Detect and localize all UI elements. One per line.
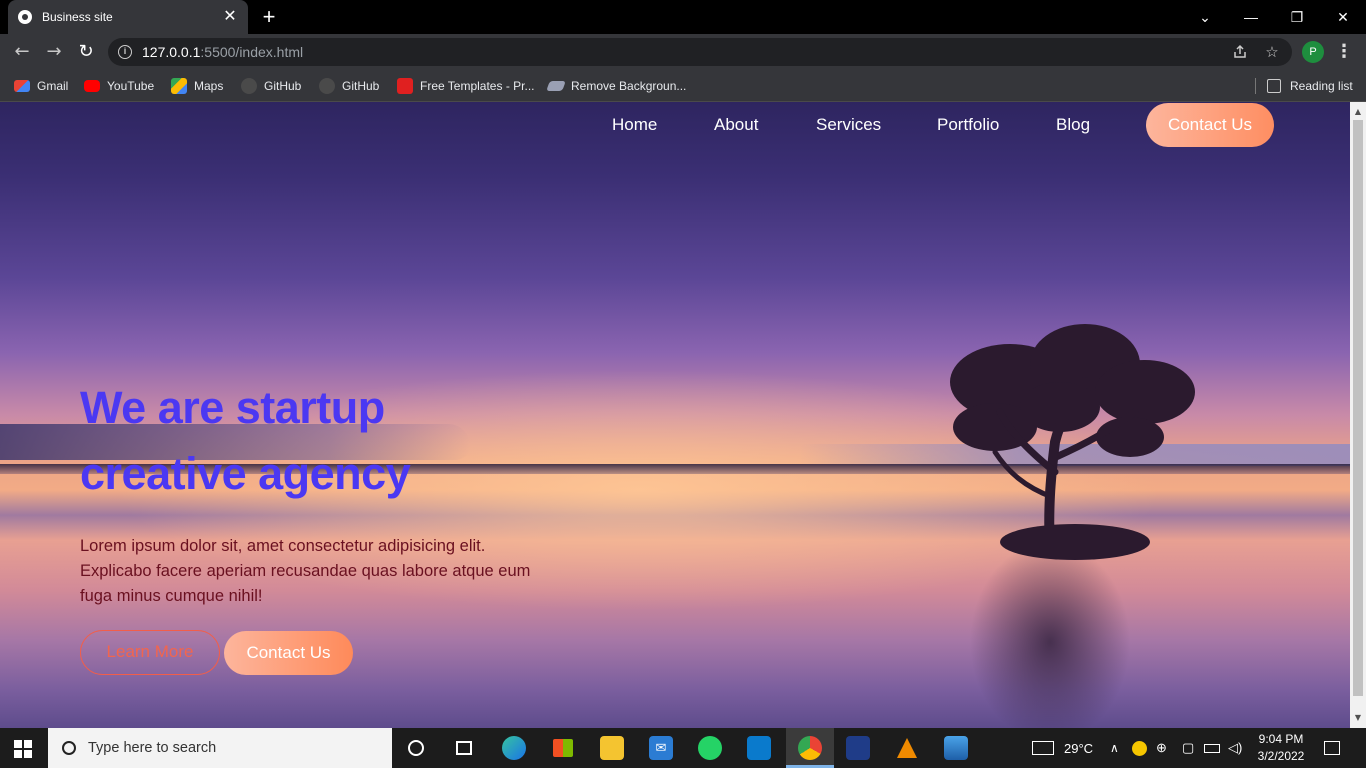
meet-now-icon[interactable]: ▢ <box>1182 728 1194 768</box>
profile-avatar[interactable]: P <box>1302 41 1324 63</box>
github-icon <box>241 78 257 94</box>
layers-icon <box>546 81 566 91</box>
volume-icon[interactable]: ◁) <box>1228 728 1242 768</box>
notifications-icon[interactable] <box>1324 728 1340 768</box>
close-window-button[interactable]: ✕ <box>1320 0 1366 34</box>
tab-search-button[interactable]: ⌄ <box>1182 0 1228 34</box>
reading-list-label: Reading list <box>1290 79 1353 93</box>
minimize-button[interactable]: — <box>1228 0 1274 34</box>
bookmark-label: GitHub <box>342 79 380 93</box>
vscode-icon[interactable] <box>747 736 771 760</box>
back-button[interactable]: ← <box>10 40 34 64</box>
show-hidden-icons-chevron-icon[interactable]: ∧ <box>1110 728 1119 768</box>
globe-icon <box>18 10 32 24</box>
bookmark-free-templates[interactable]: Free Templates - Pr... <box>397 76 535 96</box>
bookmark-star-icon[interactable]: ☆ <box>1260 38 1284 66</box>
store-icon[interactable] <box>551 736 575 760</box>
bookmark-label: Gmail <box>37 79 69 93</box>
bookmark-remove-background[interactable]: Remove Backgroun... <box>546 76 687 96</box>
bookmark-youtube[interactable]: YouTube <box>84 76 154 96</box>
chrome-icon[interactable] <box>798 736 822 760</box>
file-explorer-icon[interactable] <box>600 736 624 760</box>
nav-services[interactable]: Services <box>816 114 881 148</box>
bookmark-gmail[interactable]: Gmail <box>14 76 68 96</box>
scroll-down-arrow-icon[interactable]: ▼ <box>1350 710 1366 726</box>
youtube-icon <box>84 80 100 92</box>
template-icon <box>397 78 413 94</box>
weather-widget[interactable]: 29°C <box>1032 728 1093 768</box>
bookmark-label: Maps <box>194 79 224 93</box>
address-bar[interactable]: i 127.0.0.1 :5500/index.html ☆ <box>108 38 1292 66</box>
bookmark-label: Remove Backgroun... <box>571 79 687 93</box>
nav-blog[interactable]: Blog <box>1056 114 1090 148</box>
hero-description: Lorem ipsum dolor sit, amet consectetur … <box>80 534 600 609</box>
bookmark-label: Free Templates - Pr... <box>420 79 535 93</box>
url-path: :5500/index.html <box>200 44 304 60</box>
windows-start-icon[interactable] <box>14 740 32 758</box>
cortana-icon[interactable] <box>404 736 428 760</box>
taskbar-clock[interactable]: 9:04 PM 3/2/2022 <box>1246 731 1316 765</box>
clock-time: 9:04 PM <box>1258 732 1304 746</box>
github-icon <box>319 78 335 94</box>
scroll-up-arrow-icon[interactable]: ▲ <box>1350 104 1366 120</box>
hero-title-line2: creative agency <box>80 448 411 499</box>
globe-language-icon[interactable]: ⊕ <box>1156 728 1167 768</box>
tab-close-icon[interactable]: ✕ <box>222 9 238 25</box>
browser-toolbar: ← → ↻ i 127.0.0.1 :5500/index.html ☆ P ⋮ <box>0 34 1366 70</box>
page-viewport: Home About Services Portfolio Blog Conta… <box>0 102 1350 728</box>
bookmarks-separator <box>1255 78 1256 94</box>
nav-home[interactable]: Home <box>612 114 657 148</box>
reading-list-button[interactable]: Reading list <box>1267 76 1353 96</box>
nav-portfolio[interactable]: Portfolio <box>937 114 999 148</box>
vlc-icon[interactable] <box>895 736 919 760</box>
mail-icon[interactable]: ✉ <box>649 736 673 760</box>
whatsapp-icon[interactable] <box>698 736 722 760</box>
search-placeholder: Type here to search <box>88 740 217 756</box>
security-icon[interactable] <box>846 736 870 760</box>
hero-contact-button[interactable]: Contact Us <box>224 631 353 675</box>
edge-icon[interactable] <box>502 736 526 760</box>
tree-silhouette <box>950 324 1195 560</box>
hero-text-line: fuga minus cumque nihil! <box>80 587 263 605</box>
nav-contact-button[interactable]: Contact Us <box>1146 103 1274 147</box>
scrollbar-thumb[interactable] <box>1353 120 1363 696</box>
hero-text-line: Explicabo facere aperiam recusandae quas… <box>80 562 531 580</box>
bookmark-github-2[interactable]: GitHub <box>319 76 379 96</box>
url-host: 127.0.0.1 <box>142 44 201 60</box>
gmail-icon <box>14 80 30 92</box>
forward-button[interactable]: → <box>42 40 66 64</box>
new-tab-button[interactable]: + <box>258 6 280 28</box>
battery-icon[interactable] <box>1204 728 1220 768</box>
photos-icon[interactable] <box>944 736 968 760</box>
tab-strip: Business site ✕ + ⌄ — ❐ ✕ <box>0 0 1366 34</box>
reading-list-icon <box>1267 79 1281 93</box>
clock-date: 3/2/2022 <box>1257 749 1305 763</box>
weather-icon <box>1032 741 1054 755</box>
bookmark-label: YouTube <box>107 79 155 93</box>
bookmark-label: GitHub <box>264 79 302 93</box>
site-info-icon[interactable]: i <box>118 45 132 59</box>
learn-more-button[interactable]: Learn More <box>80 630 220 675</box>
maps-icon <box>171 78 187 94</box>
tab-business-site[interactable]: Business site ✕ <box>8 0 248 34</box>
hero-title-line1: We are startup <box>80 382 385 433</box>
weather-temp: 29°C <box>1064 740 1094 756</box>
bookmark-maps[interactable]: Maps <box>171 76 223 96</box>
share-icon[interactable] <box>1228 38 1252 66</box>
browser-menu-icon[interactable]: ⋮ <box>1334 40 1354 64</box>
task-view-icon[interactable] <box>452 736 476 760</box>
reload-button[interactable]: ↻ <box>74 40 98 64</box>
tab-title: Business site <box>42 10 113 24</box>
search-icon <box>62 741 76 755</box>
taskbar-search-input[interactable]: Type here to search <box>48 728 392 768</box>
nav-about[interactable]: About <box>714 114 758 148</box>
hero-text-line: Lorem ipsum dolor sit, amet consectetur … <box>80 537 486 555</box>
windows-taskbar: Type here to search ✉ 29°C ∧ ⊕ ▢ ◁) 9:04… <box>0 728 1366 768</box>
tray-app-icon[interactable] <box>1132 728 1147 768</box>
page-scrollbar[interactable]: ▲ ▼ <box>1350 102 1366 728</box>
bookmarks-bar: Gmail YouTube Maps GitHub GitHub Free Te… <box>0 70 1366 102</box>
bookmark-github-1[interactable]: GitHub <box>241 76 301 96</box>
restore-button[interactable]: ❐ <box>1274 0 1320 34</box>
